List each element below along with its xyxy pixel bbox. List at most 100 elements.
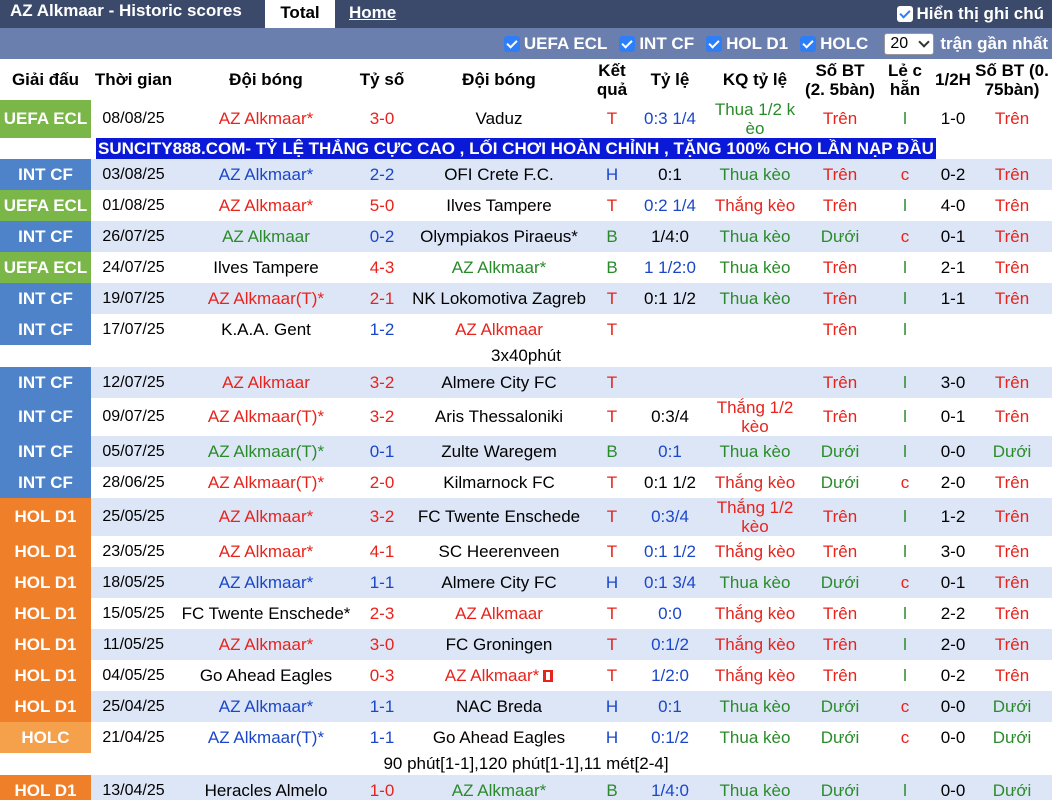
away-team[interactable]: AZ Alkmaar*	[408, 660, 590, 691]
home-team[interactable]: AZ Alkmaar*	[176, 567, 356, 598]
league-badge[interactable]: INT CF	[0, 467, 91, 498]
home-team[interactable]: Heracles Almelo	[176, 775, 356, 800]
table-row[interactable]: HOL D1 13/04/25 Heracles Almelo 1-0 AZ Alkma…	[0, 775, 1052, 800]
home-team[interactable]: AZ Alkmaar*	[176, 629, 356, 660]
tab-home[interactable]: Home	[335, 0, 410, 28]
table-row[interactable]: INT CF 26/07/25 AZ Alkmaar 0-2 Olympiakos Pi…	[0, 221, 1052, 252]
away-team[interactable]: SC Heerenveen	[408, 536, 590, 567]
match-date: 21/04/25	[91, 722, 176, 753]
away-team[interactable]: FC Twente Enschede	[408, 498, 590, 536]
table-row[interactable]: INT CF 17/07/25 K.A.A. Gent 1-2 AZ Alkmaar T T…	[0, 314, 1052, 345]
match-result: H	[590, 159, 634, 190]
table-row[interactable]: HOL D1 15/05/25 FC Twente Enschede* 2-3 AZ A…	[0, 598, 1052, 629]
home-team[interactable]: AZ Alkmaar*	[176, 498, 356, 536]
home-team[interactable]: FC Twente Enschede*	[176, 598, 356, 629]
away-team[interactable]: Olympiakos Piraeus*	[408, 221, 590, 252]
table-row[interactable]: INT CF 19/07/25 AZ Alkmaar(T)* 2-1 NK Lokomo…	[0, 283, 1052, 314]
table-row[interactable]: INT CF 12/07/25 AZ Alkmaar 3-2 Almere City F…	[0, 367, 1052, 398]
league-badge[interactable]: INT CF	[0, 398, 91, 436]
home-team[interactable]: AZ Alkmaar*	[176, 536, 356, 567]
filter-uefa-ecl[interactable]: UEFA ECL	[503, 34, 607, 54]
league-badge[interactable]: HOL D1	[0, 775, 91, 800]
league-badge[interactable]: HOL D1	[0, 567, 91, 598]
league-badge[interactable]: INT CF	[0, 283, 91, 314]
league-badge[interactable]: HOL D1	[0, 691, 91, 722]
match-date: 28/06/25	[91, 467, 176, 498]
table-row[interactable]: HOL D1 18/05/25 AZ Alkmaar* 1-1 Almere City …	[0, 567, 1052, 598]
away-team[interactable]: NK Lokomotiva Zagreb	[408, 283, 590, 314]
home-team[interactable]: AZ Alkmaar(T)*	[176, 436, 356, 467]
table-row[interactable]: HOL D1 23/05/25 AZ Alkmaar* 4-1 SC Heerenvee…	[0, 536, 1052, 567]
away-team[interactable]: Go Ahead Eagles	[408, 722, 590, 753]
table-row[interactable]: HOL D1 25/04/25 AZ Alkmaar* 1-1 NAC Breda H 0:…	[0, 691, 1052, 722]
away-team[interactable]: AZ Alkmaar*	[408, 252, 590, 283]
table-row[interactable]: INT CF 09/07/25 AZ Alkmaar(T)* 3-2 Aris Thes…	[0, 398, 1052, 436]
away-team[interactable]: NAC Breda	[408, 691, 590, 722]
table-row[interactable]: INT CF 03/08/25 AZ Alkmaar* 2-2 OFI Crete F.…	[0, 159, 1052, 190]
home-team[interactable]: AZ Alkmaar(T)*	[176, 467, 356, 498]
league-badge[interactable]: HOL D1	[0, 629, 91, 660]
away-team[interactable]: OFI Crete F.C.	[408, 159, 590, 190]
league-badge[interactable]: UEFA ECL	[0, 190, 91, 221]
league-badge[interactable]: INT CF	[0, 314, 91, 345]
checkbox-icon[interactable]	[800, 35, 817, 52]
checkbox-icon[interactable]	[706, 35, 723, 52]
away-team[interactable]: Vaduz	[408, 100, 590, 138]
away-team[interactable]: Zulte Waregem	[408, 436, 590, 467]
match-result: T	[590, 398, 634, 436]
table-row[interactable]: UEFA ECL 24/07/25 Ilves Tampere 4-3 AZ Alkma…	[0, 252, 1052, 283]
league-badge[interactable]: UEFA ECL	[0, 252, 91, 283]
over-under-075: Dưới	[972, 436, 1052, 467]
table-row[interactable]: UEFA ECL 01/08/25 AZ Alkmaar* 5-0 Ilves Tamp…	[0, 190, 1052, 221]
league-badge[interactable]: HOL D1	[0, 598, 91, 629]
table-row[interactable]: INT CF 28/06/25 AZ Alkmaar(T)* 2-0 Kilmarnoc…	[0, 467, 1052, 498]
league-badge[interactable]: INT CF	[0, 436, 91, 467]
table-row[interactable]: INT CF 05/07/25 AZ Alkmaar(T)* 0-1 Zulte War…	[0, 436, 1052, 467]
table-row[interactable]: UEFA ECL 08/08/25 AZ Alkmaar* 3-0 Vaduz T 0:3 …	[0, 100, 1052, 138]
table-row[interactable]: HOL D1 04/05/25 Go Ahead Eagles 0-3 AZ Alkma…	[0, 660, 1052, 691]
checkbox-icon[interactable]	[896, 6, 913, 22]
home-team[interactable]: AZ Alkmaar*	[176, 100, 356, 138]
home-team[interactable]: AZ Alkmaar	[176, 367, 356, 398]
home-team[interactable]: AZ Alkmaar*	[176, 159, 356, 190]
away-team[interactable]: AZ Alkmaar	[408, 314, 590, 345]
league-badge[interactable]: HOL D1	[0, 498, 91, 536]
away-team[interactable]: Aris Thessaloniki	[408, 398, 590, 436]
home-team[interactable]: Ilves Tampere	[176, 252, 356, 283]
filter-int-cf[interactable]: INT CF	[619, 34, 694, 54]
home-team[interactable]: AZ Alkmaar(T)*	[176, 283, 356, 314]
league-badge[interactable]: INT CF	[0, 367, 91, 398]
tab-total[interactable]: Total	[265, 0, 335, 28]
checkbox-icon[interactable]	[503, 35, 520, 52]
away-team[interactable]: Almere City FC	[408, 567, 590, 598]
table-row[interactable]: HOL D1 11/05/25 AZ Alkmaar* 3-0 FC Groningen…	[0, 629, 1052, 660]
away-team[interactable]: AZ Alkmaar*	[408, 775, 590, 800]
filter-hol-d1[interactable]: HOL D1	[706, 34, 788, 54]
home-team[interactable]: Go Ahead Eagles	[176, 660, 356, 691]
table-row[interactable]: HOLC 21/04/25 AZ Alkmaar(T)* 1-1 Go Ahead Ea…	[0, 722, 1052, 753]
home-team[interactable]: AZ Alkmaar*	[176, 691, 356, 722]
checkbox-icon[interactable]	[619, 35, 636, 52]
home-team[interactable]: AZ Alkmaar(T)*	[176, 722, 356, 753]
home-team[interactable]: AZ Alkmaar(T)*	[176, 398, 356, 436]
away-team[interactable]: Almere City FC	[408, 367, 590, 398]
home-team[interactable]: AZ Alkmaar*	[176, 190, 356, 221]
table-row[interactable]: HOL D1 25/05/25 AZ Alkmaar* 3-2 FC Twente En…	[0, 498, 1052, 536]
promo-banner[interactable]: SUNCITY888.COM- TỶ LỆ THẮNG CỰC CAO , LỐ…	[96, 138, 936, 159]
match-count-select[interactable]: 20	[884, 32, 935, 55]
league-badge[interactable]: INT CF	[0, 159, 91, 190]
home-team[interactable]: K.A.A. Gent	[176, 314, 356, 345]
away-team[interactable]: FC Groningen	[408, 629, 590, 660]
show-notes-toggle[interactable]: Hiển thị ghi chú	[896, 0, 1044, 28]
league-badge[interactable]: HOL D1	[0, 536, 91, 567]
home-team[interactable]: AZ Alkmaar	[176, 221, 356, 252]
away-team[interactable]: Ilves Tampere	[408, 190, 590, 221]
away-team[interactable]: AZ Alkmaar	[408, 598, 590, 629]
league-badge[interactable]: HOL D1	[0, 660, 91, 691]
filter-holc[interactable]: HOLC	[800, 34, 868, 54]
away-team[interactable]: Kilmarnock FC	[408, 467, 590, 498]
league-badge[interactable]: INT CF	[0, 221, 91, 252]
handicap-odds: 0:1 1/2	[634, 536, 706, 567]
league-badge[interactable]: HOLC	[0, 722, 91, 753]
league-badge[interactable]: UEFA ECL	[0, 100, 91, 138]
